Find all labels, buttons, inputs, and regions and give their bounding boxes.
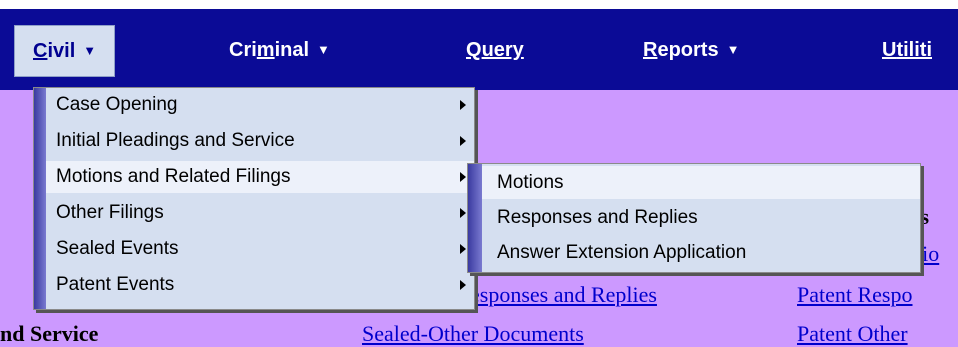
submenu-item-label: Motions [497,172,564,193]
menu-item-case-opening[interactable]: Case Opening [46,89,474,121]
query-access-key: Q [466,39,482,61]
menu-civil[interactable]: Civil ▼ [14,25,116,77]
criminal-label-start: Cri [229,39,257,61]
civil-label-rest: ivil [47,40,76,62]
submenu-item-label: Responses and Replies [497,207,698,228]
menu-item-initial-pleadings[interactable]: Initial Pleadings and Service [46,125,474,157]
menu-rail [468,164,482,272]
menu-item-label: Sealed Events [56,238,179,259]
criminal-access-key: m [256,39,275,61]
patent-other-link[interactable]: Patent Other [797,321,908,347]
menu-item-label: Other Filings [56,202,164,223]
utilities-label-rest: tiliti [896,39,932,61]
submenu-arrow-icon [460,244,466,254]
patent-responses-link[interactable]: Patent Respo [797,282,913,308]
submenu-item-answer-extension[interactable]: Answer Extension Application [482,236,920,269]
menu-item-patent-events[interactable]: Patent Events [46,269,474,301]
section-heading-service: nd Service [0,321,99,346]
civil-access-key: C [33,40,48,62]
top-strip [0,0,958,9]
menu-item-sealed-events[interactable]: Sealed Events [46,233,474,265]
chevron-down-icon: ▼ [317,42,330,57]
chevron-down-icon: ▼ [726,42,740,57]
submenu-arrow-icon [460,280,466,290]
motions-submenu: Motions Responses and Replies Answer Ext… [467,163,921,273]
menu-utilities[interactable]: Utiliti [882,25,932,75]
reports-label-rest: eports [657,39,719,61]
submenu-arrow-icon [460,172,466,182]
utilities-access-key: U [882,39,897,61]
menu-item-label: Patent Events [56,274,175,295]
menu-item-label: Case Opening [56,94,178,115]
menu-item-label: Initial Pleadings and Service [56,130,295,151]
submenu-item-motions[interactable]: Motions [482,166,920,199]
main-menu-bar: Civil ▼ Criminal ▼ Query Reports ▼ Utiliti [0,9,958,90]
query-label-rest: uery [481,39,524,61]
submenu-arrow-icon [460,136,466,146]
reports-access-key: R [643,39,658,61]
civil-dropdown-menu: Case Opening Initial Pleadings and Servi… [33,87,475,310]
chevron-down-icon: ▼ [83,43,97,58]
submenu-arrow-icon [460,100,466,110]
menu-criminal[interactable]: Criminal ▼ [229,25,330,75]
menu-reports[interactable]: Reports ▼ [643,25,739,75]
responses-replies-link[interactable]: esponses and Replies [470,282,657,308]
criminal-label-rest: inal [274,39,310,61]
sealed-other-documents-link[interactable]: Sealed-Other Documents [362,321,584,347]
menu-item-motions-related-filings[interactable]: Motions and Related Filings [46,161,474,193]
submenu-item-label: Answer Extension Application [497,242,747,263]
menu-item-other-filings[interactable]: Other Filings [46,197,474,229]
submenu-item-responses-replies[interactable]: Responses and Replies [482,201,920,234]
menu-query[interactable]: Query [466,25,524,75]
menu-item-label: Motions and Related Filings [56,166,291,187]
submenu-arrow-icon [460,208,466,218]
menu-rail [34,88,46,309]
